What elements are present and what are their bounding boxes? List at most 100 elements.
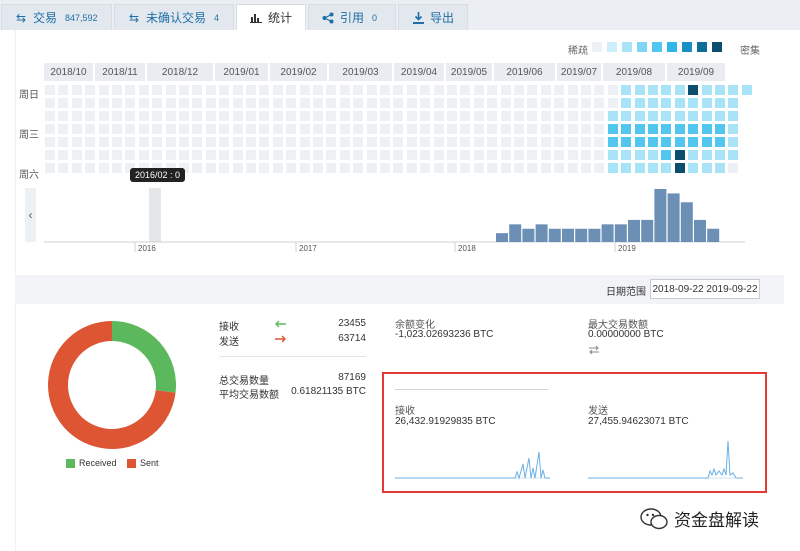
heatmap-cell [286,124,297,134]
tab-transactions[interactable]: ⇆ 交易 847,592 [1,4,112,30]
tab-statistics[interactable]: 统计 [236,4,306,30]
heatmap-cell [326,98,337,108]
date-range-input[interactable]: 2018-09-22 2019-09-22 [650,279,760,299]
heatmap-cell [259,124,270,134]
heatmap-cell [246,85,256,95]
heatmap-cell [98,124,109,134]
heatmap-cell [179,124,189,134]
heatmap-cell [326,163,337,173]
heatmap-cell [473,98,484,108]
heatmap-cell [634,85,645,95]
heatmap-cell [299,124,310,134]
tab-count: 847,592 [65,12,98,23]
heatmap-cell [688,150,699,160]
heatmap-cell [179,98,189,108]
heatmap-cell [715,150,725,160]
legend-swatch [652,42,662,52]
heatmap-cell [433,98,444,108]
received-sent-donut-chart [48,321,176,449]
heatmap-cell [420,98,431,108]
heatmap-cell [514,150,524,160]
heatmap-cell [487,98,498,108]
heatmap-cell [433,137,444,147]
heatmap-cell [326,111,337,121]
heatmap-cell [112,111,122,121]
heatmap-cell [393,111,404,121]
heatmap-cell [447,85,457,95]
swap-icon[interactable] [588,345,600,355]
heatmap-cell [500,137,511,147]
heatmap-cell [460,150,471,160]
heatmap-cell [460,124,471,134]
heatmap-cell [192,124,203,134]
sent-sparkline [588,440,743,479]
heatmap-cell [594,111,605,121]
heatmap-cell [353,163,364,173]
heatmap-cell [674,137,685,147]
heatmap-cell [473,150,484,160]
heatmap-cell [286,111,297,121]
heatmap-cell [259,137,270,147]
heatmap-cell [500,98,511,108]
heatmap-cell [581,85,591,95]
heatmap-cell [607,150,618,160]
heatmap-cell [406,85,417,95]
heatmap-cell [688,98,699,108]
heatmap-cell [219,98,230,108]
heatmap-cell [366,163,377,173]
heatmap-cell [98,137,109,147]
heatmap-cell [594,163,605,173]
timeline-scroll-left-button[interactable]: ‹ [25,188,36,242]
month-label: 2019/07 [557,63,601,81]
heatmap-cell [567,111,578,121]
heatmap-cell [581,111,591,121]
heatmap-cell [179,137,189,147]
heatmap-cell [621,85,632,95]
heatmap-cell [487,163,498,173]
heatmap-cell [313,85,323,95]
heatmap-cell [339,150,350,160]
heatmap-cell [393,98,404,108]
heatmap-cell [339,98,350,108]
heatmap-cell [514,124,524,134]
heatmap-cell [447,124,457,134]
tab-unconfirmed[interactable]: ⇆ 未确认交易 4 [114,4,234,30]
heatmap-cell [366,98,377,108]
watermark: 资金盘解读 [640,506,759,531]
heatmap-cell [473,137,484,147]
tab-export[interactable]: 导出 [398,4,468,30]
legend-received-label: Received [79,458,117,468]
heatmap-cell [58,85,69,95]
heatmap-cell [192,98,203,108]
heatmap-cell [540,163,551,173]
heatmap-cell [554,124,565,134]
heatmap-cell [205,85,216,95]
heatmap-cell [366,137,377,147]
heatmap-cell [380,85,390,95]
heatmap-cell [607,137,618,147]
arrow-right-icon [275,335,286,343]
legend-swatch [682,42,692,52]
heatmap-cell [420,150,431,160]
heatmap-cell [339,111,350,121]
heatmap-cell [661,85,672,95]
month-label: 2019/04 [394,63,444,81]
heatmap-cell [272,111,283,121]
heatmap-cell [152,150,163,160]
heatmap-cell [567,124,578,134]
heatmap-cell [701,137,712,147]
heatmap-cell [447,98,457,108]
heatmap-cell [125,137,136,147]
heatmap-cell [112,85,122,95]
heatmap-cell [554,98,565,108]
heatmap-cell [165,98,176,108]
heatmap-cell [339,124,350,134]
received-total-value: 26,432.91929835 BTC [395,416,496,427]
heatmap-cell [715,98,725,108]
tab-references[interactable]: 引用 0 [308,4,396,30]
heatmap-cell [165,150,176,160]
legend-swatch [607,42,617,52]
heatmap-cell [125,85,136,95]
heatmap-cell [688,85,699,95]
heatmap-cell [460,163,471,173]
